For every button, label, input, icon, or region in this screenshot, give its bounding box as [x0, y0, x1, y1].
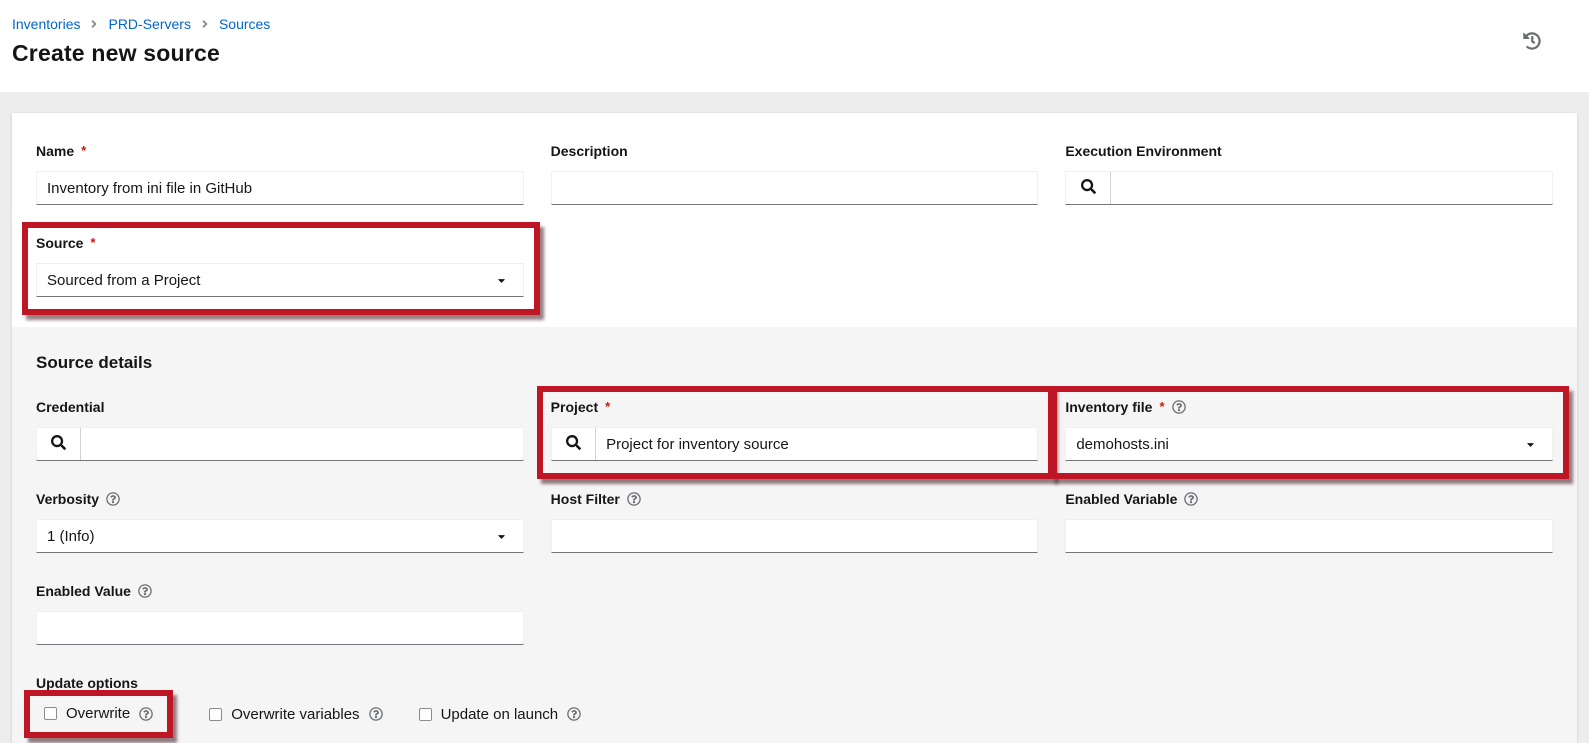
project-field-group: Project * [551, 399, 1039, 461]
inventory-file-select[interactable]: demohosts.ini [1065, 427, 1553, 461]
breadcrumb: Inventories PRD-Servers Sources [12, 16, 1565, 32]
name-field-group: Name * [36, 143, 524, 205]
update-on-launch-checkbox-label: Update on launch [441, 706, 559, 723]
overwrite-annotation-box: Overwrite [24, 690, 173, 738]
search-icon [566, 435, 581, 453]
enabled-value-input[interactable] [37, 612, 523, 644]
enabled-value-field-group: Enabled Value [36, 583, 524, 645]
credential-field-group: Credential [36, 399, 524, 461]
host-filter-input[interactable] [552, 520, 1038, 552]
execution-environment-label: Execution Environment [1065, 143, 1553, 159]
credential-label: Credential [36, 399, 524, 415]
project-label: Project * [551, 399, 1039, 415]
required-asterisk: * [90, 236, 95, 249]
inventory-file-field-group: Inventory file * demohosts.ini [1065, 399, 1553, 461]
angle-right-icon [201, 18, 209, 30]
caret-down-icon [1525, 439, 1536, 450]
overwrite-checkbox-item[interactable]: Overwrite [44, 705, 153, 722]
update-options-group: Update options Overwrite Overwrite varia… [36, 675, 1553, 723]
credential-search-button[interactable] [37, 428, 81, 460]
history-button[interactable] [1521, 30, 1543, 55]
breadcrumb-sources[interactable]: Sources [219, 16, 270, 32]
caret-down-icon [496, 275, 507, 286]
breadcrumb-prd-servers[interactable]: PRD-Servers [108, 16, 190, 32]
project-annotation-box: Project * [537, 386, 1055, 479]
host-filter-field-group: Host Filter [551, 491, 1039, 553]
execution-environment-input[interactable] [1111, 172, 1552, 204]
inventory-file-field-cell: Inventory file * demohosts.ini [1065, 399, 1553, 461]
description-label: Description [551, 143, 1039, 159]
description-field-group: Description [551, 143, 1039, 205]
source-field-group: Source * Sourced from a Project [36, 235, 524, 297]
verbosity-select[interactable]: 1 (Info) [36, 519, 524, 553]
overwrite-variables-checkbox-label: Overwrite variables [231, 706, 359, 723]
verbosity-field-group: Verbosity 1 (Info) [36, 491, 524, 553]
create-source-form-card: Name * Description [12, 113, 1577, 743]
enabled-variable-label: Enabled Variable [1065, 491, 1553, 507]
update-options-label: Update options [36, 675, 1553, 691]
project-search-button[interactable] [552, 428, 596, 460]
source-select[interactable]: Sourced from a Project [36, 263, 524, 297]
inventory-file-annotation-box: Inventory file * demohosts.ini [1051, 386, 1569, 479]
execution-environment-field-group: Execution Environment [1065, 143, 1553, 205]
breadcrumb-inventories[interactable]: Inventories [12, 16, 80, 32]
enabled-variable-input[interactable] [1066, 520, 1552, 552]
update-on-launch-checkbox-item[interactable]: Update on launch [419, 706, 582, 723]
overwrite-checkbox[interactable] [44, 707, 57, 720]
description-input[interactable] [552, 172, 1038, 204]
page-title: Create new source [12, 40, 1565, 67]
inventory-file-label: Inventory file * [1065, 399, 1553, 415]
question-circle-icon[interactable] [627, 492, 641, 506]
source-annotation-box: Source * Sourced from a Project [22, 222, 540, 315]
question-circle-icon[interactable] [1184, 492, 1198, 506]
host-filter-label: Host Filter [551, 491, 1039, 507]
name-label: Name * [36, 143, 524, 159]
verbosity-label: Verbosity [36, 491, 524, 507]
page-header: Inventories PRD-Servers Sources Create n… [0, 0, 1589, 92]
caret-down-icon [496, 531, 507, 542]
question-circle-icon[interactable] [567, 707, 581, 721]
required-asterisk: * [605, 400, 610, 413]
execution-environment-search-button[interactable] [1066, 172, 1110, 204]
required-asterisk: * [81, 144, 86, 157]
source-details-heading: Source details [36, 353, 1553, 373]
question-circle-icon[interactable] [138, 584, 152, 598]
search-icon [1081, 179, 1096, 197]
overwrite-variables-checkbox[interactable] [209, 708, 222, 721]
question-circle-icon[interactable] [369, 707, 383, 721]
source-label: Source * [36, 235, 524, 251]
angle-right-icon [90, 18, 98, 30]
form-top-section: Name * Description [12, 113, 1577, 327]
question-circle-icon[interactable] [139, 707, 153, 721]
history-icon [1523, 38, 1541, 53]
source-select-value: Sourced from a Project [47, 272, 200, 289]
main-content: Name * Description [0, 92, 1589, 743]
required-asterisk: * [1159, 400, 1164, 413]
verbosity-select-value: 1 (Info) [47, 528, 95, 545]
question-circle-icon[interactable] [1172, 400, 1186, 414]
search-icon [51, 435, 66, 453]
project-field-cell: Project * [551, 399, 1039, 461]
overwrite-variables-checkbox-item[interactable]: Overwrite variables [209, 706, 382, 723]
inventory-file-select-value: demohosts.ini [1076, 436, 1169, 453]
name-input[interactable] [37, 172, 523, 204]
source-details-section: Source details Credential [12, 327, 1577, 743]
update-on-launch-checkbox[interactable] [419, 708, 432, 721]
source-field-cell: Source * Sourced from a Project [36, 235, 524, 297]
credential-input[interactable] [81, 428, 522, 460]
overwrite-checkbox-label: Overwrite [66, 705, 130, 722]
question-circle-icon[interactable] [106, 492, 120, 506]
enabled-variable-field-group: Enabled Variable [1065, 491, 1553, 553]
project-input[interactable] [596, 428, 1037, 460]
enabled-value-label: Enabled Value [36, 583, 524, 599]
